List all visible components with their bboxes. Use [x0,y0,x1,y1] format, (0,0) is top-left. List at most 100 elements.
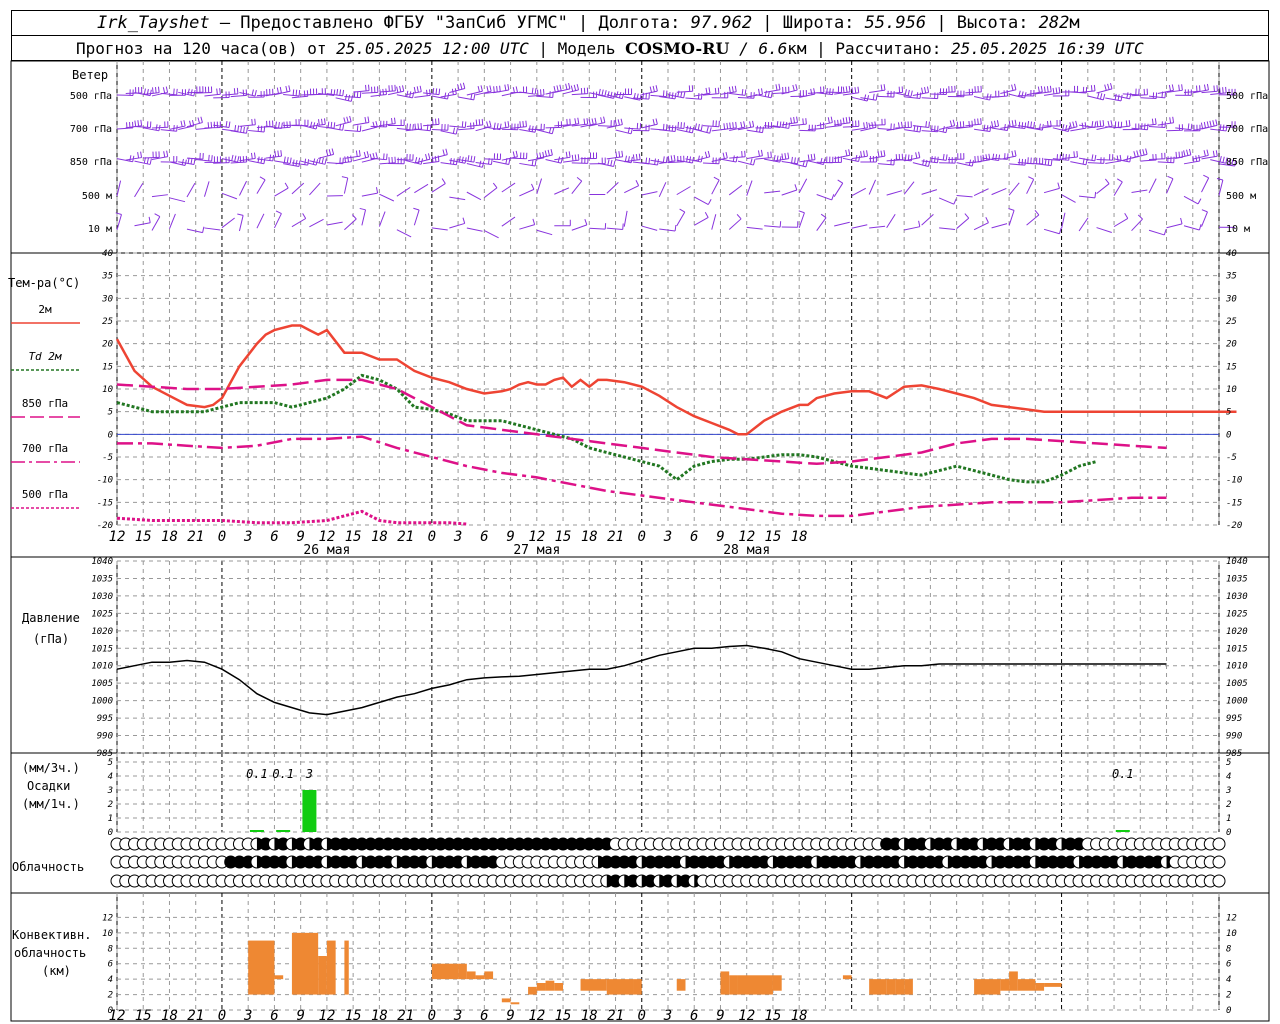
wind-barb-shaft [659,228,676,232]
wind-barb-shaft [921,213,934,226]
wind-barb-flag [985,217,989,223]
wind-barb-flag [1072,121,1075,128]
wind-barb-flag [257,125,260,132]
wind-barb-flag [713,176,720,181]
wind-barb-flag [1024,92,1027,99]
wind-barb-flag [591,118,594,125]
wind-barb-flag [331,148,335,155]
wind-barb-flag [1058,227,1062,234]
wind-barb-flag [409,123,411,130]
wind-barb-flag [1203,121,1206,129]
wind-barb-flag [134,120,137,127]
wind-barb-flag [525,120,527,127]
wind-barb-flag [504,121,507,128]
temp-tick-right: 40 [1226,249,1237,259]
wind-title: Ветер [72,68,108,82]
wind-barb-shaft [956,94,973,97]
wind-barb-shaft [1079,195,1096,199]
press-tick-right: 1020 [1226,627,1248,637]
wind-barb-flag [688,126,692,133]
wind-barb-flag [473,156,476,163]
wind-barb-shaft [151,126,168,129]
wind-barb-shaft [116,127,133,130]
wind-barb-flag [974,118,976,125]
wind-barb-shaft [230,94,247,98]
wind-barb-flag [621,92,625,99]
wind-barb-flag [810,88,813,95]
wind-barb-flag [1206,149,1209,156]
wind-barb-shaft [361,192,378,197]
wind-barb-flag [945,154,948,161]
hour-label-bottom: 15 [765,1008,782,1024]
wind-barb-shaft [834,154,850,159]
wind-barb-flag [674,224,677,232]
precip-tick-left: 1 [108,814,113,824]
pressure-unit: (гПа) [33,632,69,646]
wind-barb-flag [234,124,237,132]
wind-barb-flag [854,87,857,94]
wind-barb-shaft [291,182,305,195]
wind-barb-flag [741,151,743,158]
wind-barb-shaft [834,221,850,227]
hour-label-bottom: 18 [371,1008,388,1024]
conv-bar [1009,971,1018,991]
wind-level-right: 700 гПа [1226,124,1268,135]
wind-barb-flag [193,89,196,97]
wind-barb-flag [342,89,345,96]
hour-label: 15 [135,529,152,545]
wind-barb-flag [708,87,711,94]
wind-barb-flag [1206,83,1209,91]
wind-barb-flag [1114,93,1117,100]
wind-barb-flag [618,151,621,158]
wind-barb-flag [1124,212,1129,219]
wind-barb-flag [714,87,717,94]
hour-label-bottom: 15 [345,1008,362,1024]
wind-barb-shaft [169,197,186,203]
conv-bar [528,986,537,995]
wind-barb-flag [962,121,965,128]
wind-barb-flag [639,94,642,101]
temperature-panel [115,252,1237,526]
press-tick-left: 1020 [91,627,113,637]
wind-barb-flag [956,121,959,128]
wind-barb-flag [225,121,228,128]
wind-barb-flag [149,89,152,96]
wind-barb-flag [512,86,516,94]
wind-barb-shaft [116,180,122,197]
wind-barb-shaft [991,95,1008,98]
conv-tick-right: 4 [1226,975,1231,985]
wind-barb-flag [877,151,880,158]
wind-barb-shaft [877,95,894,98]
wind-barb-shaft [956,195,973,198]
wind-barb-flag [1090,85,1093,92]
conv-bar [974,979,1001,995]
wind-barb-flag [848,116,851,123]
hour-label-bottom: 15 [555,1008,572,1024]
wind-barb-flag [559,84,562,91]
wind-barb-shaft [606,156,623,160]
wind-barb-flag [1222,156,1225,163]
wind-barb-flag [280,150,283,157]
temp-tick-right: 10 [1226,385,1237,395]
wind-barb-flag [942,153,945,161]
wind-barb-flag [364,116,367,124]
wind-barb-shaft [484,230,499,239]
hour-label-bottom: 18 [581,1008,598,1024]
wind-barb-flag [365,84,367,91]
wind-barb-shaft [134,222,151,227]
wind-barb-flag [347,155,350,163]
wind-barb-flag [336,89,339,96]
wind-barb-flag [624,155,628,162]
wind-barb-flag [1198,224,1202,231]
wind-barb-shaft [528,128,545,131]
wind-barb-flag [154,86,157,94]
wind-barb-flag [429,89,431,96]
wind-barb-flag [401,85,405,92]
wind-barb-flag [412,124,414,131]
hour-label: 6 [480,529,488,545]
press-tick-left: 995 [97,714,113,724]
wind-barb-flag [1212,120,1215,127]
wind-barb-shaft [938,197,955,205]
conv-tick-left: 8 [108,944,113,954]
press-tick-right: 1000 [1226,697,1248,707]
